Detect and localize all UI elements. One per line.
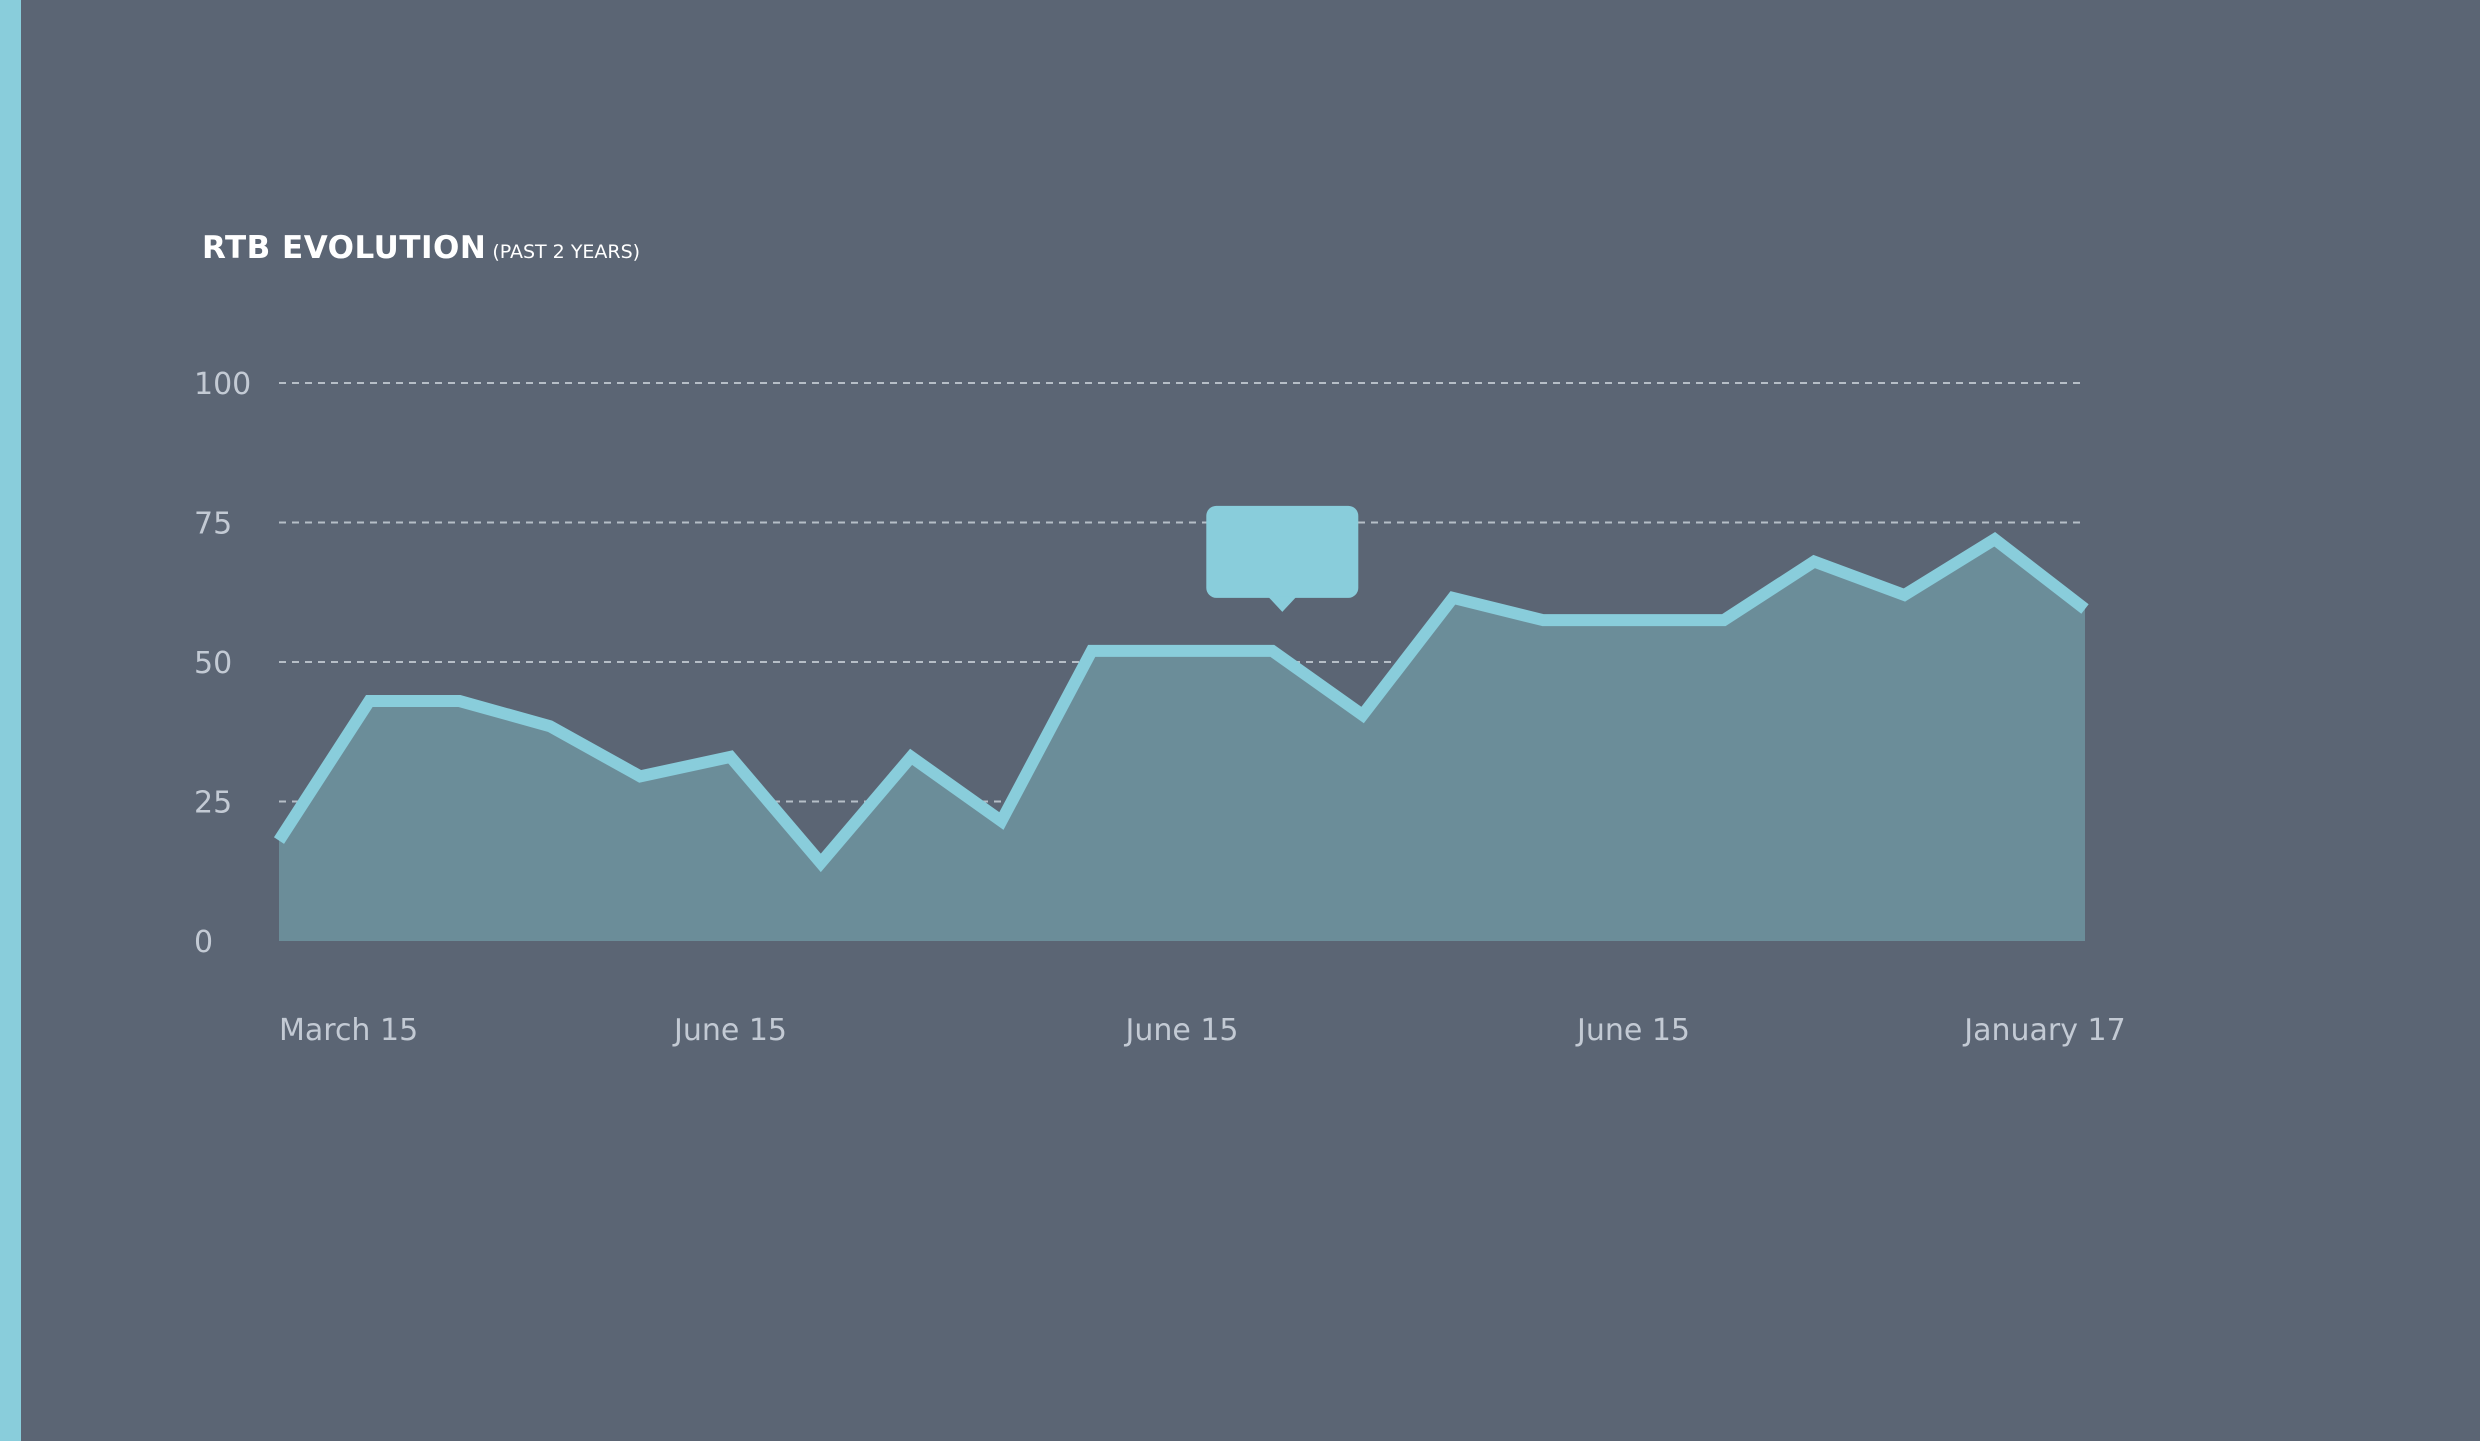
y-tick-label: 0 — [194, 925, 213, 960]
tooltip-layer — [1206, 505, 1359, 612]
x-tick-label: June 15 — [1575, 1013, 1690, 1048]
x-tick-label: June 15 — [1123, 1013, 1238, 1048]
rtb-evolution-chart: 0 25 50 75 100 March 15 June 15 June 15 June 15… — [194, 367, 2126, 1048]
y-axis-ticks: 0 25 50 75 100 — [194, 367, 251, 960]
y-tick-label: 100 — [194, 367, 251, 402]
series-area — [279, 539, 2085, 941]
tooltip-pointer — [1268, 596, 1297, 612]
area-layer — [273, 531, 2089, 941]
x-axis-ticks: March 15 June 15 June 15 June 15 January 17 — [279, 1013, 2126, 1048]
y-tick-label: 75 — [194, 507, 232, 542]
x-tick-label: June 15 — [672, 1013, 787, 1048]
x-tick-label: March 15 — [279, 1013, 418, 1048]
x-tick-label: January 17 — [1962, 1013, 2125, 1048]
y-tick-label: 50 — [194, 646, 232, 681]
tooltip-bubble — [1206, 505, 1359, 598]
y-tick-label: 25 — [194, 786, 232, 821]
